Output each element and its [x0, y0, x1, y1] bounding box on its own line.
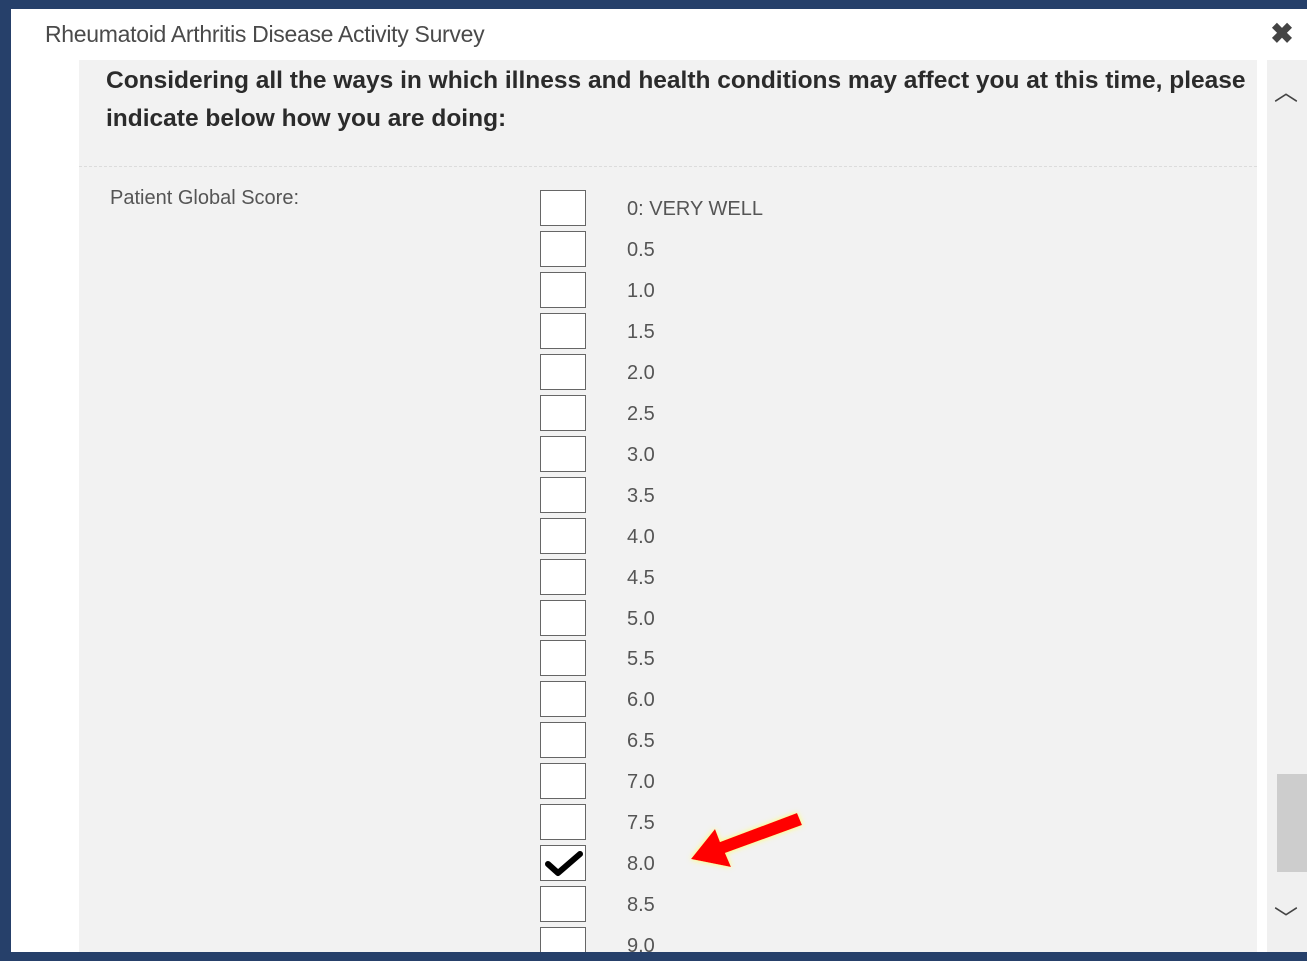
score-checkbox[interactable] [540, 395, 586, 431]
score-option[interactable]: 4.5 [540, 559, 1140, 599]
close-icon[interactable]: ✖ [1267, 19, 1297, 49]
score-option-label: 3.5 [627, 485, 655, 507]
score-checkbox[interactable] [540, 354, 586, 390]
checkmark-icon [545, 851, 583, 876]
field-label: Patient Global Score: [110, 187, 299, 209]
score-checkbox[interactable] [540, 763, 586, 799]
score-option-label: 1.0 [627, 280, 655, 302]
score-option[interactable]: 4.0 [540, 518, 1140, 558]
question-text: Considering all the ways in which illnes… [106, 67, 1246, 132]
score-option[interactable]: 0.5 [540, 231, 1140, 271]
score-option[interactable]: 7.0 [540, 763, 1140, 803]
score-option[interactable]: 1.0 [540, 272, 1140, 312]
divider [79, 166, 1257, 167]
score-checkbox[interactable] [540, 722, 586, 758]
score-option-label: 7.5 [627, 812, 655, 834]
red-arrow-icon [691, 813, 802, 867]
score-checkbox[interactable] [540, 272, 586, 308]
score-option-label: 9.0 [627, 935, 655, 952]
score-option-label: 1.5 [627, 321, 655, 343]
score-checkbox[interactable] [540, 190, 586, 226]
score-option[interactable]: 8.5 [540, 886, 1140, 926]
score-option[interactable]: 6.5 [540, 722, 1140, 762]
score-option-label: 0.5 [627, 239, 655, 261]
score-option[interactable]: 3.0 [540, 436, 1140, 476]
survey-content: Considering all the ways in which illnes… [79, 60, 1257, 952]
score-option[interactable]: 2.0 [540, 354, 1140, 394]
chevron-up-icon[interactable]: ︿ [1271, 78, 1301, 108]
score-checkbox[interactable] [540, 804, 586, 840]
score-option-label: 2.0 [627, 362, 655, 384]
dialog-titlebar: Rheumatoid Arthritis Disease Activity Su… [11, 9, 1307, 60]
score-checkbox[interactable] [540, 886, 586, 922]
score-checkbox[interactable] [540, 559, 586, 595]
score-checkbox[interactable] [540, 231, 586, 267]
vertical-scrollbar[interactable]: ︿ ﹀ [1267, 60, 1307, 952]
score-option-label: 6.0 [627, 689, 655, 711]
score-checkbox[interactable] [540, 518, 586, 554]
score-checkbox[interactable] [540, 845, 586, 881]
score-option[interactable]: 6.0 [540, 681, 1140, 721]
score-option-label: 0: VERY WELL [627, 198, 763, 220]
score-option-label: 5.0 [627, 608, 655, 630]
score-option-label: 7.0 [627, 771, 655, 793]
score-option-label: 4.0 [627, 526, 655, 548]
score-option-label: 4.5 [627, 567, 655, 589]
dialog-title: Rheumatoid Arthritis Disease Activity Su… [45, 21, 485, 47]
score-checkbox[interactable] [540, 477, 586, 513]
left-gutter [11, 60, 79, 952]
score-option[interactable]: 8.0 [540, 845, 1140, 885]
survey-dialog: Rheumatoid Arthritis Disease Activity Su… [11, 9, 1307, 952]
scroll-thumb[interactable] [1277, 774, 1307, 872]
score-option[interactable]: 3.5 [540, 477, 1140, 517]
score-option-label: 8.0 [627, 853, 655, 875]
score-option-label: 6.5 [627, 730, 655, 752]
score-option-label: 5.5 [627, 648, 655, 670]
score-option[interactable]: 7.5 [540, 804, 1140, 844]
score-checkbox[interactable] [540, 313, 586, 349]
score-option-label: 8.5 [627, 894, 655, 916]
score-checkbox[interactable] [540, 681, 586, 717]
score-option-label: 3.0 [627, 444, 655, 466]
score-option[interactable]: 5.0 [540, 600, 1140, 640]
score-option[interactable]: 9.0 [540, 927, 1140, 952]
chevron-down-icon[interactable]: ﹀ [1271, 905, 1301, 935]
score-option[interactable]: 5.5 [540, 640, 1140, 680]
score-checkbox[interactable] [540, 640, 586, 676]
score-checkbox[interactable] [540, 927, 586, 952]
score-option-label: 2.5 [627, 403, 655, 425]
score-checkbox[interactable] [540, 436, 586, 472]
score-checkbox[interactable] [540, 600, 586, 636]
score-option[interactable]: 0: VERY WELL [540, 190, 1140, 230]
score-option[interactable]: 1.5 [540, 313, 1140, 353]
score-option[interactable]: 2.5 [540, 395, 1140, 435]
